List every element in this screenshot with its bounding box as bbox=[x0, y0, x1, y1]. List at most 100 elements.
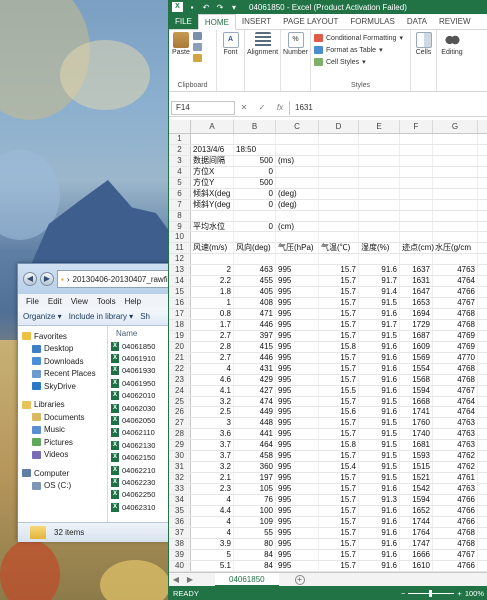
cell[interactable]: 4763 bbox=[433, 484, 478, 494]
menu-file[interactable]: File bbox=[26, 297, 39, 306]
cell[interactable]: 91.6 bbox=[359, 560, 400, 571]
row-header[interactable]: 23 bbox=[169, 374, 191, 385]
row-header[interactable]: 40 bbox=[169, 560, 191, 571]
cell[interactable]: 1744 bbox=[400, 516, 433, 527]
cell[interactable]: 91.6 bbox=[359, 374, 400, 385]
row-header[interactable]: 2 bbox=[169, 144, 191, 155]
file-item[interactable]: X 04062250 bbox=[111, 489, 176, 501]
cell[interactable]: 995 bbox=[276, 319, 319, 330]
cell[interactable]: 2.3 bbox=[191, 484, 234, 494]
cell[interactable]: 15.8 bbox=[319, 341, 359, 352]
cell[interactable]: 1747 bbox=[400, 538, 433, 549]
row-header[interactable]: 38 bbox=[169, 538, 191, 549]
cell[interactable]: 91.6 bbox=[359, 407, 400, 418]
zoom-slider-knob[interactable] bbox=[429, 589, 433, 597]
file-item[interactable]: X 04062030 bbox=[111, 402, 176, 414]
cell[interactable]: 1521 bbox=[400, 473, 433, 483]
cell[interactable]: 91.5 bbox=[359, 440, 400, 451]
row-header[interactable]: 26 bbox=[169, 407, 191, 418]
cell[interactable] bbox=[400, 188, 433, 199]
cell[interactable] bbox=[234, 134, 276, 144]
cell[interactable]: 91.7 bbox=[359, 276, 400, 287]
cell[interactable]: 1760 bbox=[400, 418, 433, 429]
tab-data[interactable]: DATA bbox=[401, 14, 433, 29]
cell[interactable]: 2.2 bbox=[191, 276, 234, 287]
file-item[interactable]: X 04061950 bbox=[111, 377, 176, 389]
cell[interactable]: 91.6 bbox=[359, 484, 400, 494]
cell[interactable]: 15.7 bbox=[319, 451, 359, 462]
forward-button[interactable]: ▶ bbox=[40, 272, 54, 286]
cell[interactable]: 气温(℃) bbox=[319, 243, 359, 254]
cell[interactable] bbox=[234, 232, 276, 243]
cell[interactable]: 4768 bbox=[433, 363, 478, 374]
cell[interactable] bbox=[359, 166, 400, 177]
cell[interactable] bbox=[433, 144, 478, 155]
row-header[interactable]: 33 bbox=[169, 484, 191, 494]
menu-help[interactable]: Help bbox=[125, 297, 141, 306]
cell[interactable]: 4 bbox=[191, 527, 234, 538]
column-header[interactable]: D bbox=[319, 120, 359, 133]
insert-function-icon[interactable]: fx bbox=[271, 103, 289, 112]
tab-review[interactable]: REVIEW bbox=[433, 14, 477, 29]
cell[interactable]: 4 bbox=[191, 363, 234, 374]
cell[interactable]: 4766 bbox=[433, 494, 478, 505]
cell[interactable]: 4761 bbox=[433, 473, 478, 483]
cell[interactable] bbox=[433, 134, 478, 144]
column-header[interactable]: F bbox=[400, 120, 433, 133]
cell[interactable]: (deg) bbox=[276, 188, 319, 199]
cell[interactable]: 995 bbox=[276, 396, 319, 407]
cell[interactable]: 0 bbox=[234, 188, 276, 199]
cell[interactable]: 4767 bbox=[433, 549, 478, 560]
cell[interactable] bbox=[319, 155, 359, 166]
zoom-level[interactable]: 100% bbox=[465, 589, 484, 598]
cell[interactable] bbox=[191, 134, 234, 144]
cell[interactable]: 1653 bbox=[400, 298, 433, 308]
cell[interactable] bbox=[433, 188, 478, 199]
cell[interactable]: 1610 bbox=[400, 560, 433, 571]
row-header[interactable]: 35 bbox=[169, 505, 191, 516]
cell[interactable]: 76 bbox=[234, 494, 276, 505]
formula-input[interactable]: 1631 bbox=[289, 100, 487, 115]
cell[interactable]: 995 bbox=[276, 462, 319, 473]
file-item[interactable]: X 04061930 bbox=[111, 365, 176, 377]
cell[interactable] bbox=[276, 177, 319, 188]
cell[interactable]: 4.1 bbox=[191, 385, 234, 396]
cell[interactable]: 4767 bbox=[433, 385, 478, 396]
cell[interactable]: 4766 bbox=[433, 287, 478, 298]
cell[interactable]: 431 bbox=[234, 363, 276, 374]
cell[interactable]: 1594 bbox=[400, 385, 433, 396]
cell[interactable]: 15.7 bbox=[319, 494, 359, 505]
cell[interactable]: 91.6 bbox=[359, 352, 400, 363]
cell[interactable]: 倾斜Y(deg bbox=[191, 199, 234, 210]
cell[interactable]: 15.6 bbox=[319, 407, 359, 418]
row-header[interactable]: 16 bbox=[169, 298, 191, 308]
row-header[interactable]: 5 bbox=[169, 177, 191, 188]
cell[interactable]: 4764 bbox=[433, 407, 478, 418]
cell[interactable]: 995 bbox=[276, 516, 319, 527]
cell[interactable]: 995 bbox=[276, 287, 319, 298]
cell[interactable]: 15.7 bbox=[319, 516, 359, 527]
cell[interactable]: 464 bbox=[234, 440, 276, 451]
cell[interactable]: 15.7 bbox=[319, 352, 359, 363]
cell[interactable] bbox=[359, 155, 400, 166]
cell[interactable]: 迹点(cm) bbox=[400, 243, 434, 254]
cell[interactable] bbox=[234, 210, 276, 221]
cell[interactable]: 平均水位 bbox=[191, 221, 234, 232]
file-item[interactable]: X 04062130 bbox=[111, 439, 176, 451]
cell[interactable] bbox=[234, 254, 276, 265]
cell[interactable]: 15.7 bbox=[319, 418, 359, 429]
cell[interactable]: 463 bbox=[234, 265, 276, 276]
cell[interactable]: 3.2 bbox=[191, 396, 234, 407]
cell[interactable] bbox=[359, 144, 400, 155]
cell[interactable]: 1568 bbox=[400, 374, 433, 385]
nav-item[interactable]: Pictures bbox=[18, 436, 107, 449]
cell[interactable] bbox=[319, 177, 359, 188]
cell[interactable]: 1764 bbox=[400, 527, 433, 538]
cell[interactable] bbox=[400, 177, 433, 188]
cell[interactable]: 1.7 bbox=[191, 319, 234, 330]
cell[interactable]: (cm) bbox=[276, 221, 319, 232]
copy-icon[interactable] bbox=[192, 43, 202, 51]
cell[interactable]: 91.5 bbox=[359, 473, 400, 483]
row-header[interactable]: 21 bbox=[169, 352, 191, 363]
cell[interactable]: (ms) bbox=[276, 155, 319, 166]
